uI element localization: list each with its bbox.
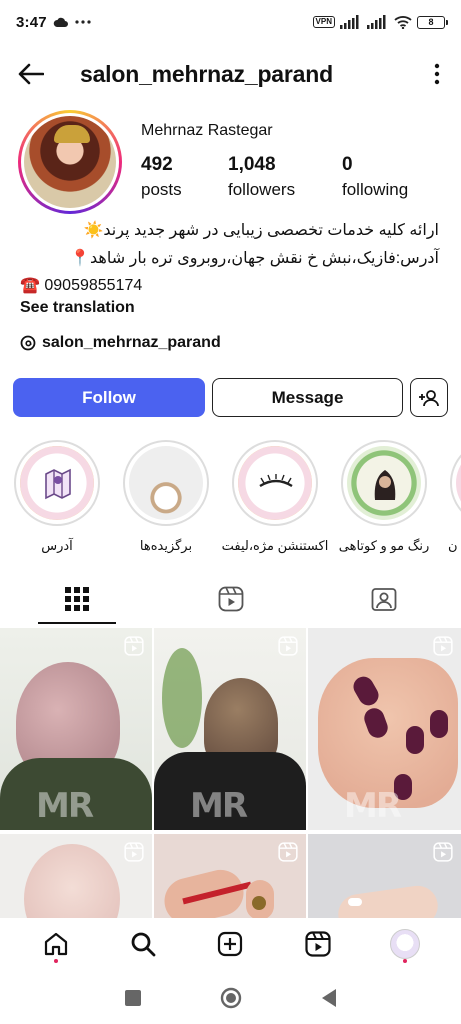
threads-link[interactable]: salon_mehrnaz_parand xyxy=(20,334,221,352)
woman-portrait-icon xyxy=(347,446,421,520)
display-name: Mehrnaz Rastegar xyxy=(141,122,273,139)
home-icon xyxy=(44,932,67,956)
reels-icon xyxy=(433,636,453,656)
vpn-badge: VPN xyxy=(312,16,335,28)
see-translation-link[interactable]: See translation xyxy=(20,299,135,317)
highlight-more[interactable]: ن xyxy=(448,440,461,554)
highlight-label: اکستنشن مژه،لیفت xyxy=(221,538,329,553)
signal-icon xyxy=(367,15,386,29)
reels-icon xyxy=(278,842,298,862)
post-thumbnail[interactable]: MR xyxy=(308,628,461,830)
profile-header: salon_mehrnaz_parand xyxy=(0,52,461,96)
highlight-address[interactable]: آدرس xyxy=(12,440,102,554)
create-post-icon xyxy=(218,931,243,957)
suggested-users-button[interactable] xyxy=(410,378,448,417)
post-thumbnail[interactable]: MR xyxy=(154,628,306,830)
threads-handle: salon_mehrnaz_parand xyxy=(42,334,221,351)
nav-create[interactable] xyxy=(210,924,250,964)
reels-icon xyxy=(124,636,144,656)
signal-icon xyxy=(340,15,359,29)
followers-count[interactable]: 1,048 followers xyxy=(228,154,295,200)
map-icon xyxy=(20,446,94,520)
post-thumbnail[interactable] xyxy=(154,834,306,918)
grid-icon xyxy=(64,587,89,611)
bio-line-services: ارائه کلیه خدمات تخصصی زیبایی در شهر جدی… xyxy=(83,222,439,239)
bio-line-phone[interactable]: ☎️ 09059855174 xyxy=(20,275,142,295)
post-thumbnail[interactable] xyxy=(308,834,461,918)
posts-label: posts xyxy=(141,180,182,199)
battery-icon: 8 xyxy=(417,15,448,29)
reels-icon xyxy=(218,586,243,612)
bottom-navigation xyxy=(0,918,461,970)
coffee-cup-photo xyxy=(129,446,203,520)
add-person-icon xyxy=(419,389,439,406)
tab-posts-grid[interactable] xyxy=(0,574,154,624)
reels-icon xyxy=(305,931,331,957)
notification-dot xyxy=(53,959,58,963)
nav-reels[interactable] xyxy=(298,924,338,964)
reels-icon xyxy=(278,636,298,656)
status-bar: 3:47 VPN 8 xyxy=(0,0,461,44)
highlight-hair-color[interactable]: رنگ مو و کوتاهی xyxy=(339,440,429,554)
back-arrow-icon[interactable] xyxy=(18,63,44,85)
notification-dot xyxy=(403,959,408,963)
post-thumbnail[interactable] xyxy=(0,834,152,918)
eye-lash-icon xyxy=(238,446,312,520)
following-label: following xyxy=(342,180,409,199)
back-triangle-icon[interactable] xyxy=(320,988,338,1008)
status-time: 3:47 xyxy=(16,13,47,31)
reels-icon xyxy=(124,842,144,862)
highlight-lash-extension[interactable]: اکستنشن مژه،لیفت xyxy=(222,440,328,554)
followers-value: 1,048 xyxy=(228,154,276,175)
watermark: MR xyxy=(344,786,402,826)
highlight-label: رنگ مو و کوتاهی xyxy=(338,538,430,553)
posts-value: 492 xyxy=(141,154,173,175)
highlight-label: برگزیده‌ها xyxy=(139,538,193,553)
followers-label: followers xyxy=(228,180,296,199)
highlight-label: ن xyxy=(448,538,458,553)
watermark: MR xyxy=(36,786,94,826)
nav-profile[interactable] xyxy=(385,924,425,964)
nav-home[interactable] xyxy=(36,924,76,964)
avatar-photo xyxy=(24,116,116,208)
cloud-icon xyxy=(53,17,68,27)
post-thumbnail[interactable]: MR xyxy=(0,628,152,830)
threads-icon xyxy=(20,335,36,351)
tagged-person-icon xyxy=(371,588,397,611)
highlight-label: آدرس xyxy=(41,538,73,553)
following-value: 0 xyxy=(342,154,353,175)
wifi-icon xyxy=(394,16,412,29)
system-navigation xyxy=(0,972,461,1024)
profile-avatar-small xyxy=(390,929,421,959)
more-notifications-icon xyxy=(75,20,91,24)
recent-apps-icon[interactable] xyxy=(124,989,142,1007)
posts-grid: MR MR MR xyxy=(0,628,461,918)
more-options-icon[interactable] xyxy=(425,59,449,89)
watermark: MR xyxy=(190,786,248,826)
posts-count[interactable]: 492 posts xyxy=(141,154,182,200)
reels-icon xyxy=(433,842,453,862)
home-circle-icon[interactable] xyxy=(220,987,242,1009)
following-count[interactable]: 0 following xyxy=(342,154,408,200)
profile-avatar[interactable] xyxy=(18,110,122,214)
highlight-favorites[interactable]: برگزیده‌ها xyxy=(121,440,211,554)
tab-tagged[interactable] xyxy=(307,574,461,624)
search-icon xyxy=(131,932,156,957)
bio-line-address: آدرس:فازیک،نبش خ نقش جهان،روبروی تره بار… xyxy=(70,250,439,267)
nav-search[interactable] xyxy=(123,924,163,964)
profile-username: salon_mehrnaz_parand xyxy=(80,60,333,87)
tab-reels[interactable] xyxy=(154,574,308,624)
message-button[interactable]: Message xyxy=(212,378,403,417)
follow-button[interactable]: Follow xyxy=(13,378,205,417)
content-tabs xyxy=(0,574,461,624)
